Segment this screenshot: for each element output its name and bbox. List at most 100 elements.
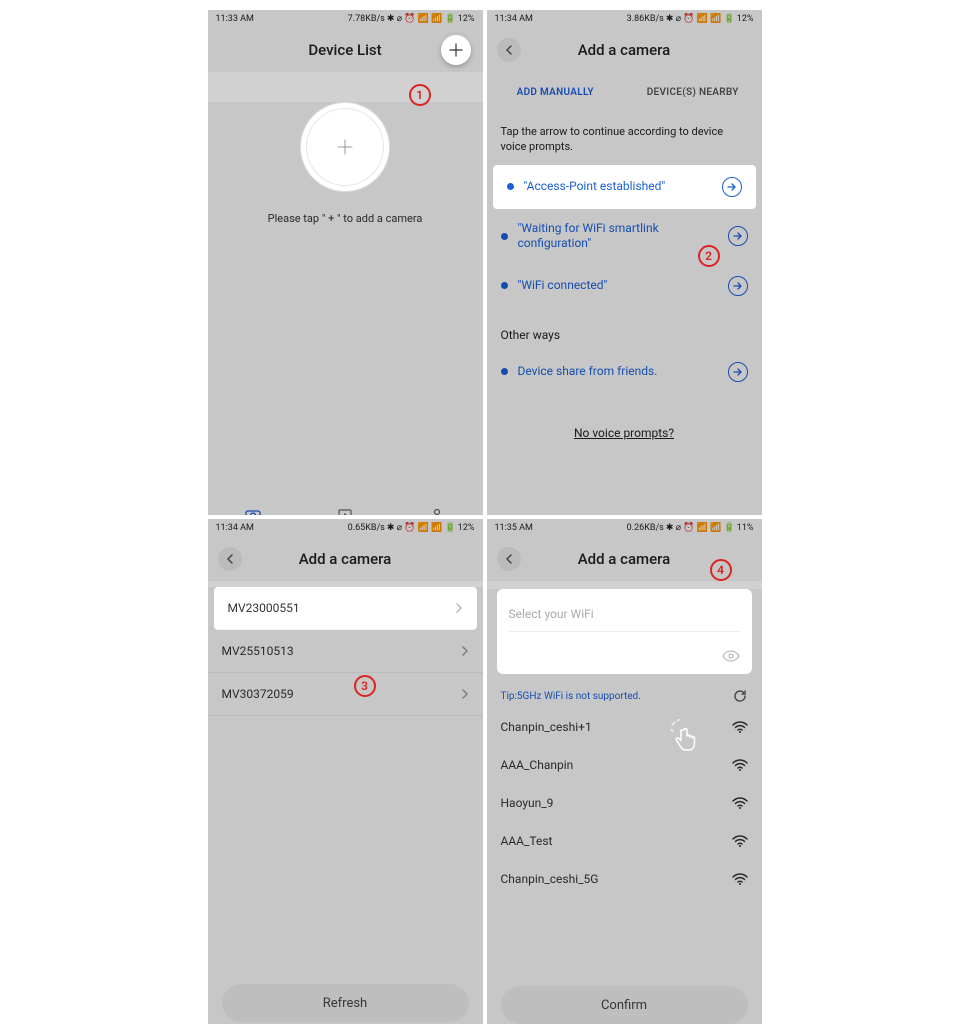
tip-text: Tip:5GHz WiFi is not supported. <box>501 691 641 702</box>
tab-devices-nearby[interactable]: DEVICE(S) NEARBY <box>624 72 762 112</box>
chevron-left-icon <box>505 45 513 55</box>
device-id: MV23000551 <box>228 601 300 615</box>
wifi-name: AAA_Test <box>501 834 553 848</box>
device-row[interactable]: MV25510513 <box>208 630 483 673</box>
device-row[interactable]: MV30372059 <box>208 673 483 716</box>
annotation-1: 1 <box>409 84 431 106</box>
refresh-button[interactable]: Refresh <box>222 984 469 1022</box>
chevron-left-icon <box>226 554 234 564</box>
wifi-select-input[interactable]: Select your WiFi <box>509 603 740 632</box>
status-time: 11:34 AM <box>495 14 533 24</box>
nav-profile[interactable]: Profile <box>391 497 483 515</box>
bullet-icon <box>507 183 514 190</box>
wifi-item[interactable]: Chanpin_ceshi_5G <box>487 860 762 898</box>
wifi-icon <box>732 835 748 847</box>
bullet-icon <box>501 282 508 289</box>
arrow-right-icon <box>722 177 742 197</box>
device-row[interactable]: MV23000551 <box>214 587 477 630</box>
camera-icon <box>245 508 261 515</box>
wifi-icon <box>732 759 748 771</box>
status-batt: 12% <box>737 14 754 24</box>
back-button[interactable] <box>497 38 521 62</box>
arrow-right-icon <box>728 276 748 296</box>
status-time: 11:34 AM <box>216 523 254 533</box>
screen-add-camera-options: 11:34 AM 3.86KB/s ✱ ⌀ ⏰ 📶 📶 🔋 12% Add a … <box>487 10 762 515</box>
back-button[interactable] <box>218 547 242 571</box>
status-batt: 12% <box>458 523 475 533</box>
status-net: 7.78KB/s <box>348 14 385 24</box>
profile-icon <box>430 508 444 515</box>
no-voice-prompts-link[interactable]: No voice prompts? <box>487 426 762 440</box>
option-wifi-connected[interactable]: "WiFi connected" <box>487 264 762 308</box>
status-time: 11:35 AM <box>495 523 533 533</box>
confirm-button[interactable]: Confirm <box>501 986 748 1024</box>
status-net: 0.26KB/s <box>627 523 664 533</box>
header: Device List <box>208 28 483 72</box>
wifi-name: Haoyun_9 <box>501 796 554 810</box>
bullet-icon <box>501 233 508 240</box>
status-icons: ✱ ⌀ ⏰ 📶 📶 🔋 <box>666 14 735 24</box>
annotation-2: 2 <box>698 245 720 267</box>
back-button[interactable] <box>497 547 521 571</box>
screen-device-list: 11:33 AM 7.78KB/s ✱ ⌀ ⏰ 📶 📶 🔋 12% Device… <box>208 10 483 515</box>
add-device-button[interactable] <box>441 35 471 65</box>
tabs: ADD MANUALLY DEVICE(S) NEARBY <box>487 72 762 112</box>
eye-icon[interactable] <box>722 650 740 662</box>
wifi-password-row <box>509 632 740 662</box>
page-title: Device List <box>308 41 381 59</box>
bottom-nav: Device List Demo Profile <box>208 497 483 515</box>
status-net: 3.86KB/s <box>627 14 664 24</box>
chevron-right-icon <box>455 603 463 613</box>
screen-select-wifi: 11:35 AM 0.26KB/s ✱ ⌀ ⏰ 📶 📶 🔋 11% Add a … <box>487 519 762 1024</box>
wifi-item[interactable]: AAA_Chanpin <box>487 746 762 784</box>
plus-icon <box>336 138 354 156</box>
annotation-4: 4 <box>710 559 732 581</box>
option-device-share[interactable]: Device share from friends. <box>487 350 762 394</box>
wifi-item[interactable]: AAA_Test <box>487 822 762 860</box>
refresh-icon[interactable] <box>732 688 748 704</box>
arrow-right-icon <box>728 362 748 382</box>
status-icons: ✱ ⌀ ⏰ 📶 📶 🔋 <box>387 523 456 533</box>
status-batt: 11% <box>737 523 754 533</box>
wifi-icon <box>732 873 748 885</box>
status-bar: 11:34 AM 0.65KB/s ✱ ⌀ ⏰ 📶 📶 🔋 12% <box>208 519 483 537</box>
device-id: MV25510513 <box>222 644 294 658</box>
wifi-name: Chanpin_ceshi_5G <box>501 872 599 886</box>
hand-cursor-icon <box>670 719 704 753</box>
voice-prompt-note: Tap the arrow to continue according to d… <box>487 112 762 165</box>
page-title: Add a camera <box>578 550 671 568</box>
tip-row: Tip:5GHz WiFi is not supported. <box>487 682 762 708</box>
tab-add-manually[interactable]: ADD MANUALLY <box>487 72 625 112</box>
page-title: Add a camera <box>578 41 671 59</box>
option-wifi-smartlink[interactable]: "Waiting for WiFi smartlink configuratio… <box>487 209 762 264</box>
nav-device-list[interactable]: Device List <box>208 497 300 515</box>
screen-select-device: 11:34 AM 0.65KB/s ✱ ⌀ ⏰ 📶 📶 🔋 12% Add a … <box>208 519 483 1024</box>
wifi-card: Select your WiFi <box>497 589 752 674</box>
arrow-right-icon <box>728 226 748 246</box>
bullet-icon <box>501 368 508 375</box>
wifi-item[interactable]: Chanpin_ceshi+1 <box>487 708 762 746</box>
status-bar: 11:33 AM 7.78KB/s ✱ ⌀ ⏰ 📶 📶 🔋 12% <box>208 10 483 28</box>
status-bar: 11:34 AM 3.86KB/s ✱ ⌀ ⏰ 📶 📶 🔋 12% <box>487 10 762 28</box>
header: Add a camera <box>487 28 762 72</box>
nav-demo[interactable]: Demo <box>299 497 391 515</box>
device-id: MV30372059 <box>222 687 294 701</box>
header: Add a camera <box>208 537 483 581</box>
status-icons: ✱ ⌀ ⏰ 📶 📶 🔋 <box>387 14 456 24</box>
wifi-name: AAA_Chanpin <box>501 758 574 772</box>
play-icon <box>337 508 353 515</box>
plus-icon <box>449 43 463 57</box>
page-title: Add a camera <box>299 550 392 568</box>
chevron-right-icon <box>461 689 469 699</box>
wifi-icon <box>732 797 748 809</box>
annotation-3: 3 <box>354 675 376 697</box>
status-time: 11:33 AM <box>216 14 254 24</box>
wifi-item[interactable]: Haoyun_9 <box>487 784 762 822</box>
option-access-point[interactable]: "Access-Point established" <box>493 165 756 209</box>
status-bar: 11:35 AM 0.26KB/s ✱ ⌀ ⏰ 📶 📶 🔋 11% <box>487 519 762 537</box>
status-icons: ✱ ⌀ ⏰ 📶 📶 🔋 <box>666 523 735 533</box>
big-add-button[interactable] <box>300 102 390 192</box>
status-batt: 12% <box>458 14 475 24</box>
chevron-left-icon <box>505 554 513 564</box>
wifi-name: Chanpin_ceshi+1 <box>501 720 592 734</box>
